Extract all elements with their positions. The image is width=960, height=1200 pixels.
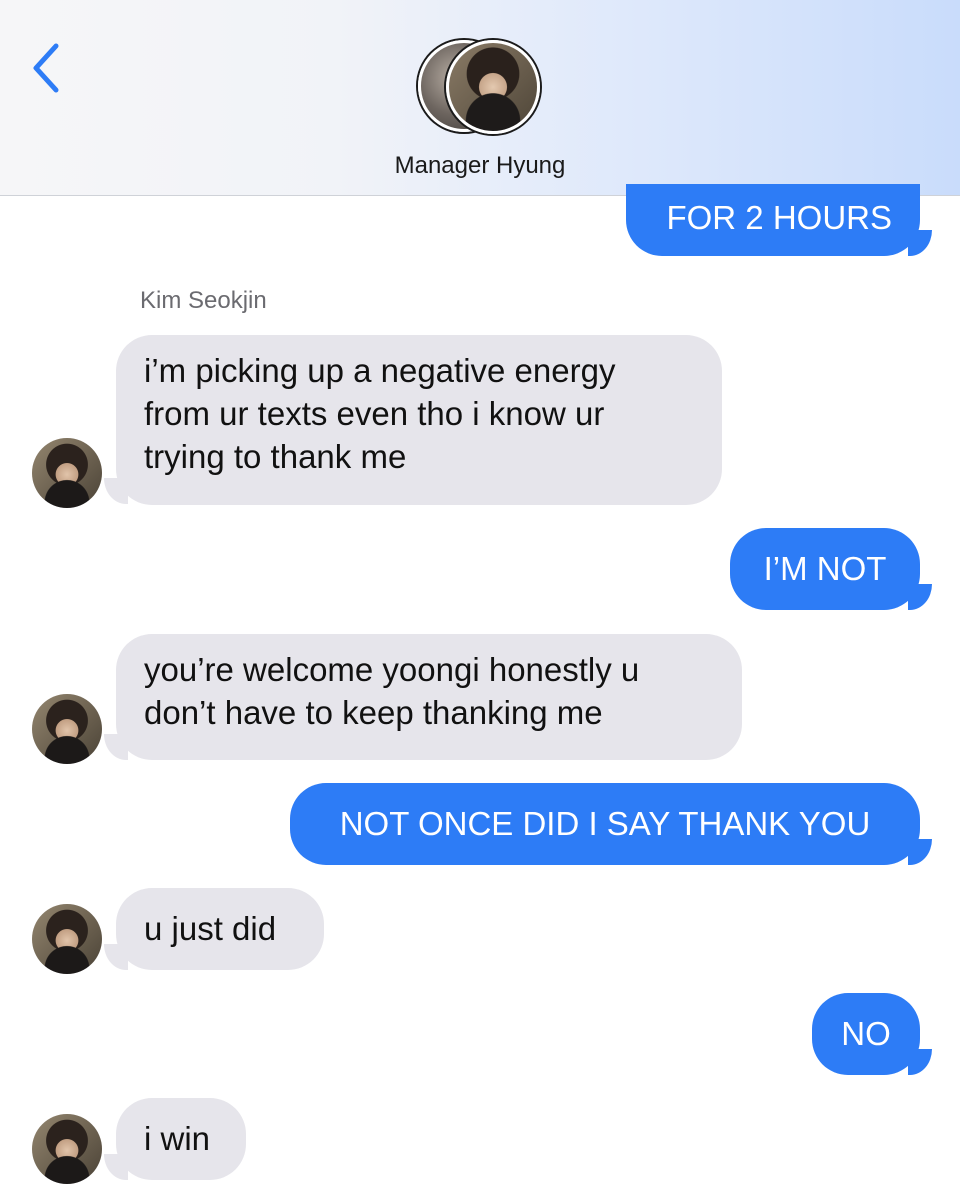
message-text: NO bbox=[841, 1015, 891, 1052]
message-line: you’re welcome yoongi honestly u bbox=[144, 651, 640, 688]
bubble-tail bbox=[104, 734, 128, 760]
bubble-tail bbox=[104, 478, 128, 504]
bubble-tail bbox=[104, 1154, 128, 1180]
incoming-message[interactable]: i win bbox=[116, 1098, 246, 1180]
message-line: i’m picking up a negative energy bbox=[144, 352, 616, 389]
avatar[interactable] bbox=[32, 904, 102, 974]
avatar[interactable] bbox=[32, 694, 102, 764]
outgoing-message[interactable]: NOT ONCE DID I SAY THANK YOU bbox=[290, 783, 920, 865]
bubble-tail bbox=[908, 1049, 932, 1075]
contact-name[interactable]: Manager Hyung bbox=[0, 152, 960, 180]
avatar[interactable] bbox=[32, 1114, 102, 1184]
avatar-primary bbox=[446, 40, 540, 134]
sender-name: Kim Seokjin bbox=[140, 287, 267, 314]
message-line: don’t have to keep thanking me bbox=[144, 694, 603, 731]
message-text: NOT ONCE DID I SAY THANK YOU bbox=[339, 805, 871, 842]
message-text: FOR 2 HOURS bbox=[666, 199, 892, 236]
outgoing-message[interactable]: I’M NOT bbox=[730, 528, 920, 610]
avatar[interactable] bbox=[32, 438, 102, 508]
bubble-tail bbox=[908, 584, 932, 610]
outgoing-message[interactable]: FOR 2 HOURS bbox=[626, 184, 920, 256]
incoming-message[interactable]: i’m picking up a negative energy from ur… bbox=[116, 335, 722, 505]
incoming-message[interactable]: u just did bbox=[116, 888, 324, 970]
group-avatar[interactable] bbox=[418, 40, 542, 136]
bubble-tail bbox=[104, 944, 128, 970]
chevron-left-icon bbox=[33, 43, 59, 93]
message-text: I’M NOT bbox=[763, 550, 887, 587]
conversation-header: Manager Hyung bbox=[0, 0, 960, 196]
back-button[interactable] bbox=[28, 40, 68, 96]
message-line: i win bbox=[144, 1120, 211, 1157]
bubble-tail bbox=[908, 230, 932, 256]
message-line: from ur texts even tho i know ur bbox=[144, 395, 605, 432]
outgoing-message[interactable]: NO bbox=[812, 993, 920, 1075]
message-line: trying to thank me bbox=[144, 438, 407, 475]
bubble-tail bbox=[908, 839, 932, 865]
message-line: u just did bbox=[144, 910, 277, 947]
incoming-message[interactable]: you’re welcome yoongi honestly u don’t h… bbox=[116, 634, 742, 760]
